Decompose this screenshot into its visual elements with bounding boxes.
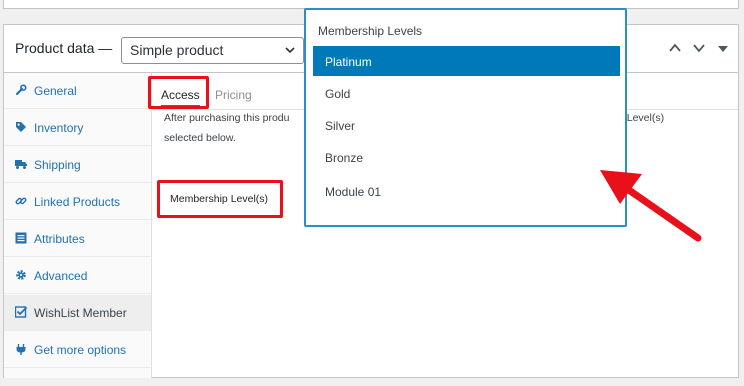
move-up-icon[interactable]: [668, 41, 682, 55]
description-text-line2: selected below.: [164, 132, 236, 144]
wrench-icon: [15, 84, 27, 96]
tag-icon: [15, 121, 27, 133]
chevron-down-icon: [283, 43, 297, 57]
sidebar-item-label: Linked Products: [34, 195, 121, 209]
collapse-toggle-icon[interactable]: [716, 41, 730, 55]
membership-button-highlight: [157, 180, 283, 218]
sidebar-item-label: General: [34, 84, 77, 98]
option-silver[interactable]: Silver: [313, 110, 620, 140]
product-data-tabs: General Inventory Shipping Linked Produc…: [4, 73, 152, 378]
sidebar-item-get-more-options[interactable]: Get more options: [4, 332, 151, 368]
option-gold[interactable]: Gold: [313, 78, 620, 108]
sidebar-item-label: WishList Member: [34, 306, 127, 320]
sidebar-item-label: Advanced: [34, 269, 88, 283]
sidebar-item-wishlist-member[interactable]: WishList Member: [4, 295, 151, 331]
sidebar-item-label: Inventory: [34, 121, 84, 135]
sidebar-item-general[interactable]: General: [4, 73, 151, 109]
sidebar-item-label: Attributes: [34, 232, 85, 246]
product-type-select[interactable]: Simple product: [121, 37, 304, 64]
move-down-icon[interactable]: [692, 41, 706, 55]
sidebar-item-label: Get more options: [34, 343, 127, 357]
truck-icon: [15, 158, 27, 170]
list-icon: [15, 232, 27, 244]
gear-icon: [15, 269, 27, 281]
access-tab-highlight: [148, 76, 209, 109]
panel-title: Product data —: [15, 40, 113, 56]
dropdown-title: Membership Levels: [318, 24, 423, 38]
sidebar-item-label: Shipping: [34, 158, 81, 172]
sidebar-item-attributes[interactable]: Attributes: [4, 221, 151, 257]
membership-levels-dropdown[interactable]: Membership Levels Platinum Gold Silver B…: [304, 8, 627, 227]
plugin-icon: [15, 343, 27, 355]
tab-pricing[interactable]: Pricing: [215, 88, 252, 102]
sidebar-item-shipping[interactable]: Shipping: [4, 147, 151, 183]
checkbox-icon: [14, 306, 28, 318]
product-type-value: Simple product: [130, 42, 224, 58]
option-module-01[interactable]: Module 01: [313, 176, 620, 206]
description-text: After purchasing this produ: [164, 112, 290, 124]
annotation-arrow-icon: [600, 170, 702, 242]
link-icon: [15, 195, 27, 207]
sidebar-item-inventory[interactable]: Inventory: [4, 110, 151, 146]
option-platinum[interactable]: Platinum: [313, 46, 620, 76]
sidebar-item-linked-products[interactable]: Linked Products: [4, 184, 151, 220]
panel-controls: [668, 41, 730, 55]
option-bronze[interactable]: Bronze: [313, 142, 620, 172]
sidebar-item-advanced[interactable]: Advanced: [4, 258, 151, 294]
